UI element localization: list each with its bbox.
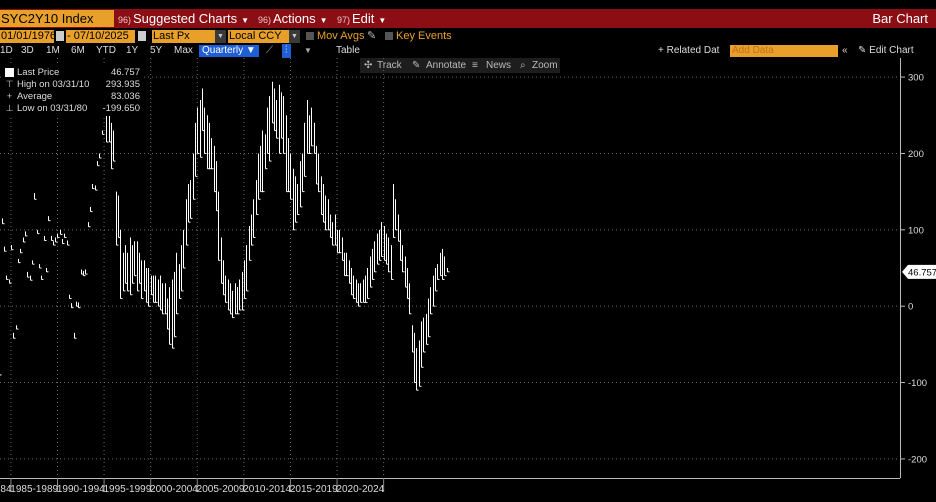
y-tick-label: 0 [908, 302, 913, 313]
low-marker-icon: ⊥ [5, 103, 14, 113]
high-marker-icon: ⊤ [5, 79, 14, 89]
last-value-label: 46.757 [908, 267, 936, 278]
x-tick-label: 2000-2004 [150, 484, 198, 495]
chart-legend: Last Price 46.757 ⊤ High on 03/31/10 293.93… [3, 66, 143, 116]
legend-label: Low on 03/31/80 [17, 103, 88, 114]
y-tick-label: 100 [908, 225, 924, 236]
legend-label: Average [17, 91, 53, 102]
legend-value: -199.650 [102, 103, 140, 114]
legend-swatch [5, 68, 14, 77]
legend-row-last-price: Last Price 46.757 [3, 67, 143, 78]
y-tick-label: 200 [908, 149, 924, 160]
legend-value: 293.935 [105, 79, 140, 90]
x-tick-label: 1985-1989 [10, 484, 58, 495]
x-tick-label: 2020-2024 [336, 484, 384, 495]
legend-row-average: + Average 83.036 [3, 91, 143, 102]
legend-value: 83.036 [110, 91, 140, 102]
average-marker-icon: + [6, 91, 13, 101]
x-tick-label: 1990-1994 [57, 484, 105, 495]
legend-value: 46.757 [110, 67, 140, 78]
y-tick-label: -200 [908, 454, 927, 465]
x-tick-label: 2010-2014 [243, 484, 291, 495]
x-tick-label: 2005-2009 [197, 484, 245, 495]
x-tick-label: 1995-1999 [103, 484, 151, 495]
x-tick-label: 2015-2019 [290, 484, 338, 495]
y-tick-label: -100 [908, 378, 927, 389]
legend-row-high: ⊤ High on 03/31/10 293.935 [3, 79, 143, 90]
legend-label: Last Price [17, 67, 60, 78]
legend-row-low: ⊥ Low on 03/31/80 -199.650 [3, 103, 143, 114]
y-tick-label: 300 [908, 73, 924, 84]
legend-label: High on 03/31/10 [17, 79, 90, 90]
